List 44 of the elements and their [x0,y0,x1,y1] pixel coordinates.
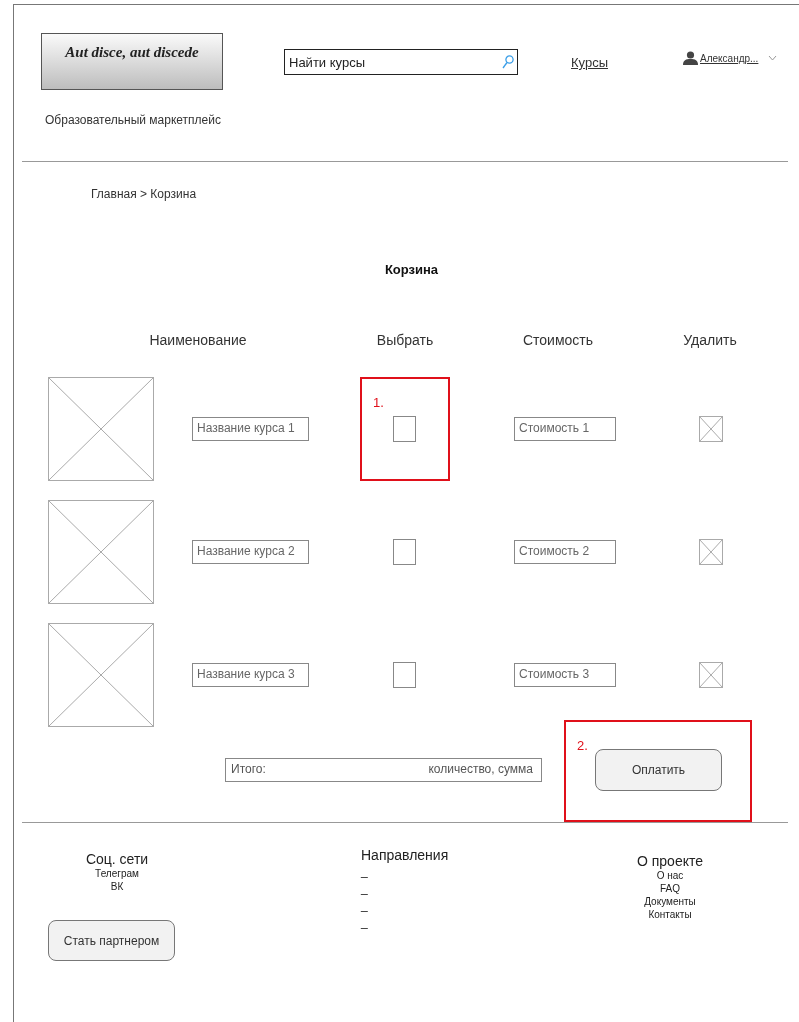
footer-link[interactable]: FAQ [660,882,680,895]
footer-heading: Направления [361,847,449,863]
footer-link[interactable]: _ [361,863,449,880]
partner-button[interactable]: Стать партнером [48,920,175,961]
page-title: Корзина [383,262,440,277]
total-field: Итого: количество, сумма [225,758,542,782]
footer-link[interactable]: ВК [110,880,124,893]
delete-icon[interactable] [699,416,723,442]
user-name-link[interactable]: Александр... [700,52,759,64]
course-name-field[interactable]: Название курса 2 [192,540,309,564]
delete-icon[interactable] [699,539,723,565]
annotation-label: 1. [373,395,384,410]
cost-field[interactable]: Стоимость 2 [514,540,616,564]
footer-link[interactable]: Документы [644,895,696,908]
footer-heading: Соц. сети [85,851,149,867]
footer-link[interactable]: _ [361,897,449,914]
column-header: Выбрать [375,332,435,348]
tagline: Образовательный маркетплейс [45,113,222,127]
course-name-field[interactable]: Название курса 1 [192,417,309,441]
cost-field[interactable]: Стоимость 3 [514,663,616,687]
footer-link[interactable]: О нас [656,869,684,882]
annotation-label: 2. [577,738,588,753]
user-icon[interactable] [683,51,698,65]
select-checkbox[interactable] [393,416,416,442]
column-header: Удалить [682,332,738,348]
footer-heading: О проекте [636,853,703,869]
select-checkbox[interactable] [393,662,416,688]
pay-button[interactable]: Оплатить [595,749,722,791]
delete-icon[interactable] [699,662,723,688]
cost-field[interactable]: Стоимость 1 [514,417,616,441]
column-header: Наименование [148,332,248,348]
breadcrumb: Главная > Корзина [91,187,198,201]
course-name-field[interactable]: Название курса 3 [192,663,309,687]
footer-link[interactable]: Контакты [648,908,692,921]
chevron-icon[interactable] [768,55,778,61]
footer-link[interactable]: Телеграм [95,867,139,880]
search-field[interactable]: Найти курсы [284,49,518,75]
column-header: Стоимость [521,332,595,348]
footer-link[interactable]: _ [361,880,449,897]
courses-link[interactable]: Курсы [571,55,608,70]
logo: Aut disce, aut discede [41,33,223,90]
select-checkbox[interactable] [393,539,416,565]
footer-link[interactable]: _ [361,914,449,931]
search-icon[interactable] [502,55,514,69]
